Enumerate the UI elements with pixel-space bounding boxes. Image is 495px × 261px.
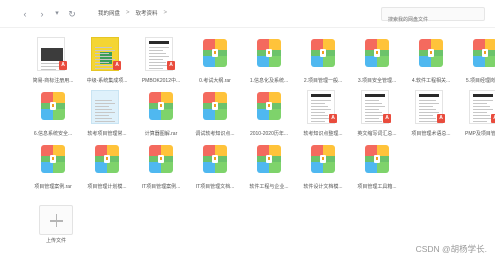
archive-icon — [141, 142, 181, 180]
plus-icon — [55, 214, 58, 227]
file-name: 1.信息化及系统... — [249, 78, 289, 84]
file-name: IT项目管理文档... — [195, 184, 235, 190]
file-item[interactable]: 计算器图解.rar — [136, 89, 186, 141]
archive-icon — [249, 89, 289, 127]
document-thumbnail: A — [465, 89, 495, 127]
pdf-icon: A — [383, 114, 391, 123]
pdf-icon: A — [437, 114, 445, 123]
file-item[interactable]: 软件工程与企业... — [244, 142, 294, 194]
file-name: 软考知识点整理... — [303, 131, 343, 137]
archive-icon — [357, 36, 397, 74]
search-box — [381, 7, 485, 26]
archive-icon — [357, 142, 397, 180]
watermark: CSDN @胡杨学长. — [415, 244, 487, 254]
file-item[interactable]: IT项目管理文档... — [190, 142, 240, 194]
file-name: 软考项目管理常... — [87, 131, 127, 137]
file-item[interactable]: 0.考试大纲.rar — [190, 36, 240, 88]
file-item[interactable]: 项目管理案例.rar — [28, 142, 78, 194]
pdf-icon: A — [491, 114, 495, 123]
archive-icon — [249, 142, 289, 180]
archive-icon — [87, 142, 127, 180]
document-thumbnail: A — [33, 36, 73, 74]
file-name: 项目管理工具箱... — [357, 184, 397, 190]
file-name: 0.考试大纲.rar — [199, 78, 231, 84]
breadcrumb-separator: > — [126, 10, 130, 16]
file-item[interactable]: A 项目管理术语总... — [406, 89, 456, 141]
file-item[interactable]: 2010-2020历年... — [244, 89, 294, 141]
archive-icon — [195, 36, 235, 74]
document-thumbnail: A — [87, 36, 127, 74]
file-item[interactable]: 1.信息化及系统... — [244, 36, 294, 88]
file-name: 项目管理术语总... — [411, 131, 451, 137]
archive-icon — [411, 36, 451, 74]
file-item[interactable]: A 简易-商标注册用... — [28, 36, 78, 88]
file-item[interactable]: 软考项目管理常... — [82, 89, 132, 141]
breadcrumb: 我的网盘 > 软考资料 > — [98, 9, 167, 17]
file-name: 3.项目安全管理... — [357, 78, 397, 84]
document-thumbnail: A — [357, 89, 397, 127]
file-item[interactable]: A PMBOK2012中... — [136, 36, 186, 88]
archive-icon — [33, 89, 73, 127]
file-item[interactable]: A PMP及项目管理... — [460, 89, 495, 141]
file-name: 计算器图解.rar — [144, 131, 178, 137]
archive-icon — [249, 36, 289, 74]
archive-icon — [303, 36, 343, 74]
pdf-icon: A — [59, 61, 67, 70]
file-name: 2.项目管理一般... — [303, 78, 343, 84]
chevron-down-icon[interactable]: ▾ — [52, 8, 62, 20]
search-input[interactable] — [382, 14, 484, 26]
pdf-icon: A — [167, 61, 175, 70]
pdf-icon: A — [113, 61, 121, 70]
file-item[interactable]: IT项目管理案例... — [136, 142, 186, 194]
file-item[interactable]: 调试软考知识点... — [190, 89, 240, 141]
file-name: 简易-商标注册用... — [32, 78, 74, 84]
file-item[interactable]: 6.信息系统安全... — [28, 89, 78, 141]
back-icon[interactable]: ‹ — [20, 8, 30, 20]
file-item[interactable]: 项目管理计划模... — [82, 142, 132, 194]
document-thumbnail: A — [411, 89, 451, 127]
file-name: PMBOK2012中... — [141, 78, 181, 84]
file-name: 软件工程与企业... — [249, 184, 289, 190]
pdf-icon: A — [329, 114, 337, 123]
file-item[interactable]: 项目管理工具箱... — [352, 142, 402, 194]
file-item[interactable]: 2.项目管理一般... — [298, 36, 348, 88]
file-name: IT项目管理案例... — [141, 184, 181, 190]
file-item[interactable]: 5.项目经理岗位... — [460, 36, 495, 88]
top-bar: ‹ › ▾ ↻ 我的网盘 > 软考资料 > — [0, 0, 495, 28]
upload-label: 上传文件 — [45, 238, 66, 244]
file-name: 4.软件工程相关... — [411, 78, 451, 84]
file-name: 软件设计文档模... — [303, 184, 343, 190]
archive-icon — [141, 89, 181, 127]
archive-icon — [303, 142, 343, 180]
archive-icon — [465, 36, 495, 74]
file-name: 调试软考知识点... — [195, 131, 235, 137]
document-thumbnail: A — [141, 36, 181, 74]
file-name: 5.项目经理岗位... — [465, 78, 495, 84]
file-item[interactable]: 4.软件工程相关... — [406, 36, 456, 88]
document-thumbnail — [87, 89, 127, 127]
refresh-icon[interactable]: ↻ — [67, 8, 77, 20]
document-thumbnail: A — [303, 89, 343, 127]
breadcrumb-root[interactable]: 我的网盘 — [98, 9, 120, 17]
file-item[interactable]: A 软考知识点整理... — [298, 89, 348, 141]
archive-icon — [33, 142, 73, 180]
forward-icon[interactable]: › — [37, 8, 47, 20]
breadcrumb-separator: > — [163, 10, 168, 16]
breadcrumb-current[interactable]: 软考资料 — [136, 9, 158, 17]
file-name: 项目管理计划模... — [87, 184, 127, 190]
file-name: 中级-系统集成项... — [86, 78, 128, 84]
file-name: PMP及项目管理... — [464, 131, 495, 137]
archive-icon — [195, 142, 235, 180]
file-item[interactable]: 3.项目安全管理... — [352, 36, 402, 88]
upload-button[interactable] — [39, 205, 73, 235]
file-item[interactable]: A 英文缩写词汇总... — [352, 89, 402, 141]
file-item[interactable]: 软件设计文档模... — [298, 142, 348, 194]
file-item[interactable]: A 中级-系统集成项... — [82, 36, 132, 88]
archive-icon — [195, 89, 235, 127]
file-name: 项目管理案例.rar — [34, 184, 72, 190]
file-name: 2010-2020历年... — [249, 131, 289, 137]
file-name: 英文缩写词汇总... — [357, 131, 397, 137]
file-name: 6.信息系统安全... — [33, 131, 73, 137]
